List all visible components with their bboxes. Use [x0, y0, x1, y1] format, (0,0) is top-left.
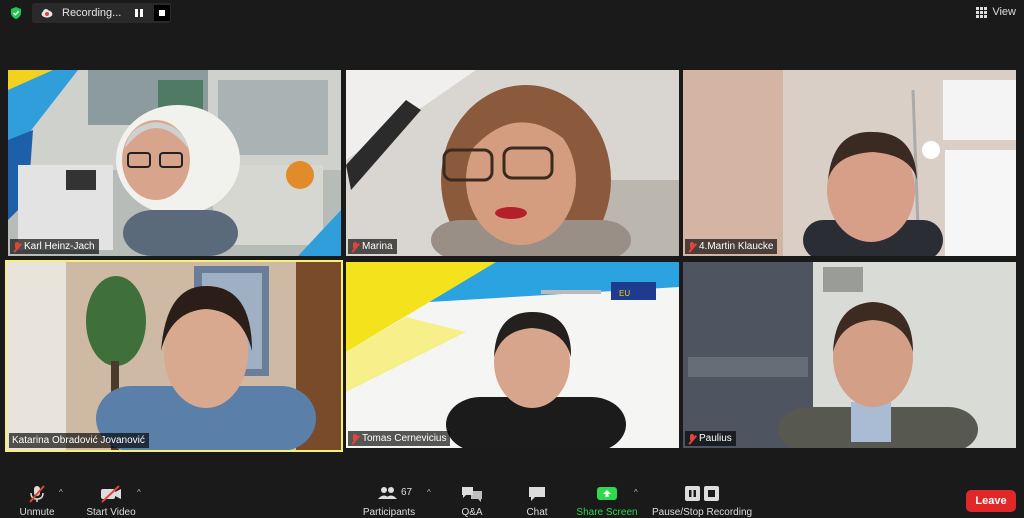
- audio-options-caret-icon[interactable]: ^: [59, 488, 67, 497]
- stop-recording-icon[interactable]: [154, 5, 170, 21]
- video-tile[interactable]: Karl Heinz-Jach: [8, 70, 341, 256]
- video-tile[interactable]: Paulius: [683, 262, 1016, 448]
- video-tile[interactable]: Marina: [346, 70, 679, 256]
- qa-button[interactable]: Q&A: [452, 480, 492, 518]
- muted-mic-icon: [351, 241, 359, 252]
- share-screen-button[interactable]: Share Screen: [576, 480, 638, 518]
- video-tile[interactable]: EU Tomas Cernevicius: [346, 262, 679, 448]
- chat-button[interactable]: Chat: [518, 480, 556, 518]
- participants-options-caret-icon[interactable]: ^: [427, 488, 435, 497]
- chat-label: Chat: [526, 507, 548, 518]
- meeting-toolbar: Unmute ^ Start Video ^ 67 Participants ^…: [0, 480, 1024, 518]
- participant-name: Karl Heinz-Jach: [24, 241, 95, 252]
- unmute-button[interactable]: Unmute: [12, 480, 62, 518]
- participant-nametag: Marina: [348, 239, 397, 254]
- participant-name: Tomas Cernevicius: [362, 433, 447, 444]
- participant-nametag: Tomas Cernevicius: [348, 431, 451, 446]
- participant-video: [346, 70, 679, 256]
- participant-video: [8, 70, 341, 256]
- recording-label: Recording...: [62, 7, 122, 19]
- share-screen-icon: [597, 487, 617, 500]
- view-button[interactable]: View: [976, 4, 1016, 20]
- video-tile[interactable]: 4.Martin Klaucke: [683, 70, 1016, 256]
- share-options-caret-icon[interactable]: ^: [634, 488, 642, 497]
- video-off-icon: [101, 485, 121, 503]
- recording-indicator[interactable]: Recording...: [32, 3, 171, 23]
- grid-view-icon: [976, 6, 988, 18]
- pause-recording-icon[interactable]: [131, 5, 147, 21]
- participant-name: Marina: [362, 241, 393, 252]
- muted-microphone-icon: [29, 485, 45, 503]
- participant-name: 4.Martin Klaucke: [699, 241, 774, 252]
- muted-mic-icon: [13, 241, 21, 252]
- participant-video: EU: [346, 262, 679, 448]
- participant-name: Paulius: [699, 433, 732, 444]
- pause-stop-recording-button[interactable]: Pause/Stop Recording: [652, 480, 752, 518]
- video-tile-active-speaker[interactable]: Katarina Obradović Jovanović: [5, 260, 343, 452]
- view-label: View: [992, 6, 1016, 18]
- participants-count: 67: [401, 487, 413, 498]
- share-screen-label: Share Screen: [576, 507, 638, 518]
- participants-label: Participants: [362, 507, 416, 518]
- chat-icon: [529, 487, 545, 501]
- participants-icon: [378, 487, 397, 499]
- muted-mic-icon: [351, 433, 359, 444]
- qa-icon: [462, 487, 482, 502]
- svg-text:EU: EU: [619, 289, 630, 298]
- muted-mic-icon: [688, 433, 696, 444]
- start-video-button[interactable]: Start Video: [82, 480, 140, 518]
- cloud-record-icon: [41, 9, 53, 18]
- participant-name: Katarina Obradović Jovanović: [12, 435, 145, 446]
- muted-mic-icon: [688, 241, 696, 252]
- start-video-label: Start Video: [86, 507, 136, 518]
- participant-video: [683, 70, 1016, 256]
- top-bar: Recording... View: [0, 0, 1024, 26]
- video-options-caret-icon[interactable]: ^: [137, 488, 145, 497]
- participant-nametag: Karl Heinz-Jach: [10, 239, 99, 254]
- shield-icon[interactable]: [9, 6, 23, 20]
- unmute-label: Unmute: [19, 507, 55, 518]
- participant-nametag: 4.Martin Klaucke: [685, 239, 778, 254]
- participant-video: [683, 262, 1016, 448]
- participant-nametag: Paulius: [685, 431, 736, 446]
- participant-nametag: Katarina Obradović Jovanović: [9, 433, 149, 448]
- pause-stop-label: Pause/Stop Recording: [652, 507, 753, 518]
- participant-video: [6, 261, 342, 451]
- qa-label: Q&A: [461, 507, 483, 518]
- participants-button[interactable]: 67 Participants: [360, 480, 418, 518]
- leave-button[interactable]: Leave: [966, 490, 1016, 512]
- pause-stop-icon: [685, 486, 719, 501]
